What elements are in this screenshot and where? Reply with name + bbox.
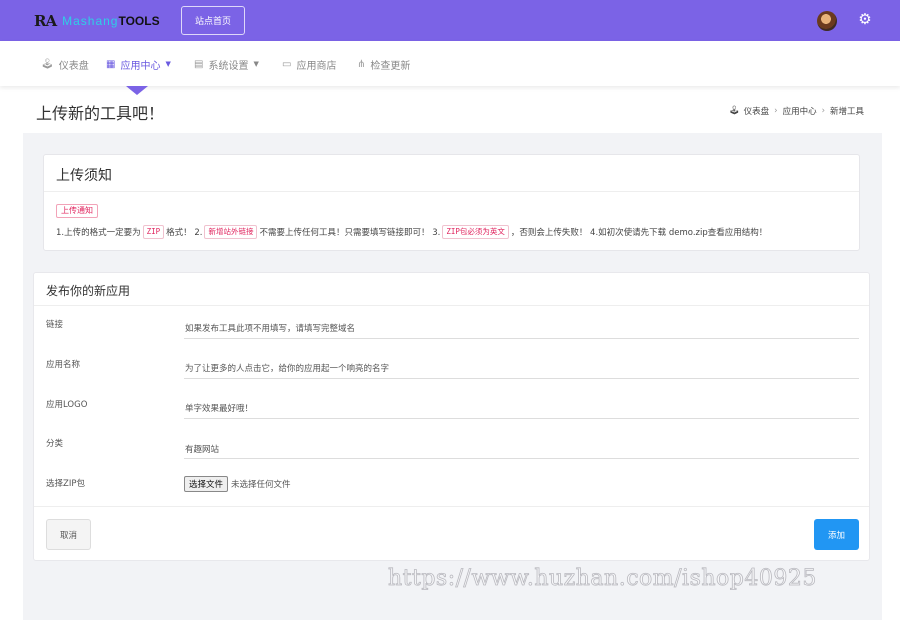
upload-notice-card: 上传须知 上传通知 1.上传的格式一定要为 ZIP 格式！ 2. 新增站外链接 … — [43, 154, 860, 251]
choose-file-button[interactable]: 选择文件 — [184, 476, 229, 492]
caret-down-icon: ▼ — [165, 60, 171, 68]
nav-item-system-settings[interactable]: ▤ 系统设置 ▼ — [194, 57, 259, 72]
nav-item-dashboard[interactable]: 🕹 仪表盘 — [41, 57, 89, 72]
notice-badge: 上传通知 — [56, 204, 98, 218]
sitemap-icon: ⋔ — [357, 58, 366, 70]
breadcrumb-separator: › — [774, 106, 778, 116]
breadcrumb-level2[interactable]: 应用中心 — [783, 105, 817, 117]
watermark: https://www.huzhan.com/ishop40925 — [388, 566, 817, 592]
notice-code-tag: ZIP — [142, 225, 165, 239]
breadcrumb: 🕹 仪表盘 › 应用中心 › 新增工具 — [729, 105, 864, 117]
notice-code-tag: 新增站外链接 — [204, 225, 258, 239]
nav-item-check-update[interactable]: ⋔ 检查更新 — [357, 57, 411, 72]
page-title: 上传新的工具吧！ — [36, 104, 165, 123]
zip-label: 选择ZIP包 — [46, 479, 85, 489]
laptop-icon: ▭ — [282, 58, 292, 70]
publish-app-form: 发布你的新应用 链接 应用名称 应用LOGO 分类 选择ZIP包 选择文件 未选… — [33, 272, 870, 561]
nav-item-label: 应用商店 — [296, 60, 337, 72]
top-bar: RA Mashang TOOLS 站点首页 ⚙ — [0, 0, 900, 41]
gear-icon[interactable]: ⚙ — [857, 11, 873, 27]
category-input[interactable] — [184, 439, 859, 459]
link-label: 链接 — [46, 320, 64, 330]
breadcrumb-separator: › — [821, 106, 825, 116]
app-name-label: 应用名称 — [46, 360, 81, 370]
cancel-button[interactable]: 取消 — [46, 519, 91, 550]
app-logo-label: 应用LOGO — [46, 400, 88, 410]
file-status: 未选择任何文件 — [231, 480, 291, 490]
logo-word: Mashang — [62, 14, 119, 28]
table-icon: ▤ — [194, 58, 204, 70]
logo[interactable]: RA Mashang TOOLS — [34, 11, 160, 31]
caret-down-icon: ▼ — [253, 60, 259, 68]
breadcrumb-home[interactable]: 仪表盘 — [744, 105, 770, 117]
notice-text-part: 不需要上传任何工具！只需要填写链接即可！ 3. — [259, 228, 441, 238]
grid-icon: ▦ — [106, 58, 116, 70]
notice-text-part: ，否则会上传失败！ 4.如初次使请先下载 demo.zip查看应用结构！ — [510, 228, 768, 238]
notice-text-part: 格式！ 2. — [166, 228, 203, 238]
divider — [34, 305, 869, 306]
breadcrumb-current: 新增工具 — [829, 107, 864, 117]
nav-item-label: 仪表盘 — [58, 60, 89, 72]
dashboard-icon: 🕹 — [728, 106, 740, 116]
nav-item-label: 应用中心 — [120, 60, 161, 72]
user-avatar[interactable] — [817, 11, 837, 31]
notice-text: 1.上传的格式一定要为 ZIP 格式！ 2. 新增站外链接 不需要上传任何工具！… — [56, 225, 856, 239]
nav-item-label: 系统设置 — [208, 60, 249, 72]
zip-file-input: 选择文件 未选择任何文件 — [184, 476, 291, 492]
divider — [44, 191, 859, 192]
link-input[interactable] — [184, 319, 859, 339]
logo-tools: TOOLS — [118, 14, 160, 28]
add-button[interactable]: 添加 — [814, 519, 859, 550]
nav-item-app-center[interactable]: ▦ 应用中心 ▼ — [106, 57, 171, 72]
notice-title: 上传须知 — [56, 168, 112, 184]
app-logo-input[interactable] — [184, 399, 859, 419]
nav-item-app-store[interactable]: ▭ 应用商店 — [282, 57, 337, 72]
nav-item-label: 检查更新 — [370, 60, 411, 72]
notice-text-part: 1.上传的格式一定要为 — [56, 228, 141, 238]
notice-code-tag: ZIP包必须为英文 — [442, 225, 509, 239]
active-nav-pointer — [126, 86, 148, 95]
app-name-input[interactable] — [184, 359, 859, 379]
form-title: 发布你的新应用 — [46, 284, 131, 298]
dashboard-icon: 🕹 — [41, 58, 54, 70]
main-nav: 🕹 仪表盘 ▦ 应用中心 ▼ ▤ 系统设置 ▼ ▭ 应用商店 ⋔ 检查更新 — [0, 41, 900, 86]
divider — [34, 506, 869, 507]
logo-mark: RA — [34, 12, 57, 30]
category-label: 分类 — [46, 439, 64, 449]
site-home-button[interactable]: 站点首页 — [181, 6, 245, 35]
